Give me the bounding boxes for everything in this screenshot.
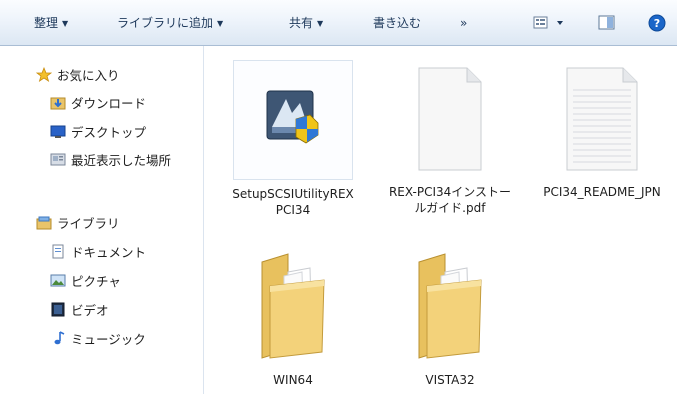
folder-name: WIN64 xyxy=(273,373,313,387)
navigation-pane: お気に入り ダウンロード デスクトップ 最近表示した場所 ライブラリ ドキュメン… xyxy=(0,46,204,394)
organize-label: 整理 xyxy=(34,16,59,30)
share-label: 共有 xyxy=(289,16,314,30)
installer-icon xyxy=(266,90,319,144)
help-button[interactable]: ? xyxy=(647,13,669,33)
nav-item-desktop-label: デスクトップ xyxy=(71,125,147,140)
burn-button[interactable]: 書き込む xyxy=(373,13,421,33)
folder-icon xyxy=(261,253,325,359)
share-button[interactable]: 共有 ▼ xyxy=(289,13,323,33)
share-dropdown-icon: ▼ xyxy=(317,19,324,28)
nav-item-downloads-label: ダウンロード xyxy=(71,96,147,111)
nav-item-downloads[interactable]: ダウンロード xyxy=(50,94,146,114)
nav-item-documents[interactable]: ドキュメント xyxy=(50,243,146,263)
file-name: PCI34_README_JPN xyxy=(543,185,661,199)
nav-item-recent-places-label: 最近表示した場所 xyxy=(71,153,172,168)
more-commands-label: » xyxy=(460,16,468,30)
recent-places-icon xyxy=(50,152,66,166)
installer-thumbnail xyxy=(233,60,353,180)
nav-item-desktop[interactable]: デスクトップ xyxy=(50,123,146,143)
view-list-icon xyxy=(533,16,563,29)
nav-item-videos[interactable]: ビデオ xyxy=(50,301,109,321)
folder-item-vista32[interactable]: VISTA32 xyxy=(380,248,520,388)
organize-button[interactable]: 整理 ▼ xyxy=(34,13,68,33)
add-to-library-dropdown-icon: ▼ xyxy=(217,19,224,28)
preview-pane-button[interactable] xyxy=(597,13,617,33)
pdf-thumbnail xyxy=(391,60,509,178)
nav-item-music-label: ミュージック xyxy=(71,332,146,347)
libraries-icon xyxy=(36,215,52,230)
nav-item-documents-label: ドキュメント xyxy=(71,245,147,260)
nav-item-pictures[interactable]: ピクチャ xyxy=(50,272,121,292)
desktop-icon xyxy=(50,124,66,138)
music-icon xyxy=(50,331,66,345)
nav-favorites-label: お気に入り xyxy=(57,68,120,83)
add-to-library-label: ライブラリに追加 xyxy=(117,16,214,30)
command-bar: 整理 ▼ ライブラリに追加 ▼ 共有 ▼ 書き込む » ? xyxy=(0,0,677,46)
readme-thumbnail xyxy=(543,60,661,178)
nav-item-recent-places[interactable]: 最近表示した場所 xyxy=(50,151,171,171)
organize-dropdown-icon: ▼ xyxy=(62,19,69,28)
more-commands-button[interactable]: » xyxy=(460,13,467,33)
svg-text:?: ? xyxy=(654,17,660,30)
folder-thumbnail xyxy=(234,248,352,366)
nav-favorites[interactable]: お気に入り xyxy=(35,66,120,86)
file-list: SetupSCSIUtilityREXPCI34 REX-PCI34インストール… xyxy=(205,46,677,394)
folder-icon xyxy=(418,253,482,359)
change-view-button[interactable] xyxy=(532,13,568,33)
blank-document-icon xyxy=(418,67,482,171)
file-item-readme[interactable]: PCI34_README_JPN xyxy=(532,60,672,200)
file-name: SetupSCSIUtilityREXPCI34 xyxy=(232,187,354,217)
file-item-pdf[interactable]: REX-PCI34インストールガイド.pdf xyxy=(380,60,520,216)
folder-item-win64[interactable]: WIN64 xyxy=(223,248,363,388)
nav-item-music[interactable]: ミュージック xyxy=(50,330,146,350)
nav-item-pictures-label: ピクチャ xyxy=(71,274,121,289)
add-to-library-button[interactable]: ライブラリに追加 ▼ xyxy=(117,13,223,33)
downloads-folder-icon xyxy=(50,95,66,110)
nav-item-videos-label: ビデオ xyxy=(71,303,109,318)
nav-libraries[interactable]: ライブラリ xyxy=(36,214,120,234)
nav-libraries-label: ライブラリ xyxy=(57,216,120,231)
text-document-icon xyxy=(566,67,638,171)
preview-pane-icon xyxy=(598,15,615,30)
file-name: REX-PCI34インストールガイド.pdf xyxy=(388,185,512,215)
pictures-icon xyxy=(50,273,66,287)
burn-label: 書き込む xyxy=(373,16,422,30)
folder-thumbnail xyxy=(391,248,509,366)
videos-icon xyxy=(50,302,66,317)
file-item-installer[interactable]: SetupSCSIUtilityREXPCI34 xyxy=(223,60,363,218)
folder-name: VISTA32 xyxy=(425,373,475,387)
help-icon: ? xyxy=(648,14,666,32)
star-icon xyxy=(35,66,53,82)
documents-icon xyxy=(50,244,66,259)
